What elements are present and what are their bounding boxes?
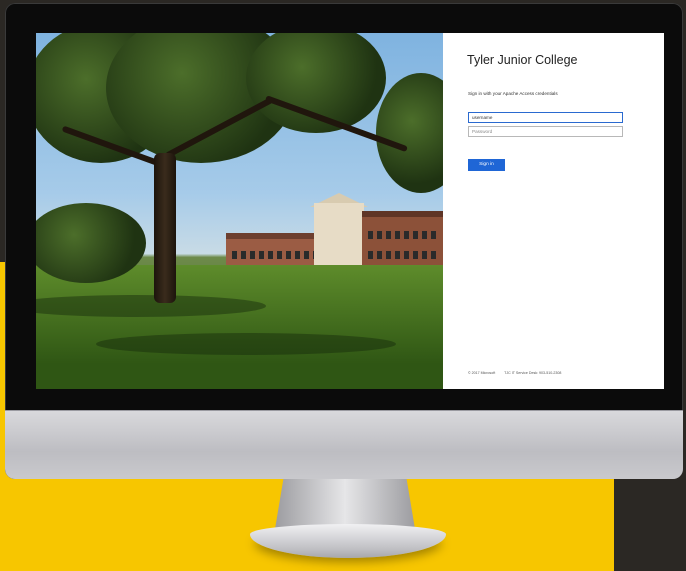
footer-service-desk: TJC IT Service Desk: 903-510-2308 [504, 371, 562, 375]
footer-copyright: © 2017 Microsoft [468, 371, 496, 375]
building-windows [368, 251, 440, 259]
signin-button[interactable]: Sign in [468, 159, 505, 171]
tree-shadow [96, 333, 396, 355]
right-tree [376, 73, 443, 193]
signin-instructions: Sign in with your Apache Access credenti… [468, 91, 558, 96]
building-windows [232, 251, 318, 259]
monitor-screen: Tyler Junior College Sign in with your A… [36, 33, 664, 389]
campus-photo [36, 33, 443, 389]
college-title: Tyler Junior College [467, 53, 578, 67]
monitor-stand-neck [275, 479, 415, 529]
tree-trunk [154, 153, 176, 303]
monitor-chin [5, 410, 683, 479]
login-panel: Tyler Junior College Sign in with your A… [443, 33, 664, 389]
building-windows [368, 231, 440, 239]
login-footer: © 2017 Microsoft TJC IT Service Desk: 90… [468, 371, 569, 375]
password-field[interactable]: Password [468, 126, 623, 137]
monitor-frame: Tyler Junior College Sign in with your A… [5, 3, 683, 479]
username-field[interactable]: username [468, 112, 623, 123]
lawn [36, 265, 443, 389]
